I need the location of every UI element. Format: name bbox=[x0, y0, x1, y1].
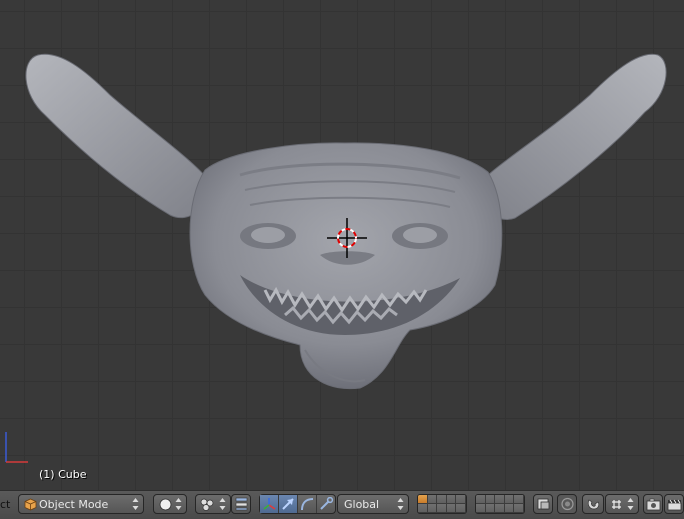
proportional-edit-button[interactable] bbox=[557, 494, 577, 514]
layer-button[interactable] bbox=[437, 495, 447, 504]
layer-button[interactable] bbox=[485, 504, 496, 513]
circle-target-icon bbox=[561, 497, 574, 511]
layer-buttons-group-1[interactable] bbox=[417, 494, 467, 514]
rotate-manipulator-button[interactable] bbox=[298, 495, 317, 513]
layer-button[interactable] bbox=[504, 495, 515, 504]
magnet-icon bbox=[587, 499, 600, 510]
scale-manipulator-button[interactable] bbox=[317, 495, 335, 513]
viewport-shading-dropdown[interactable] bbox=[153, 494, 187, 514]
object-menu-label[interactable]: ct bbox=[0, 498, 10, 511]
layer-button[interactable] bbox=[427, 504, 438, 513]
layer-button[interactable] bbox=[456, 504, 466, 513]
render-still-button[interactable] bbox=[643, 494, 663, 514]
3d-viewport[interactable]: (1) Cube bbox=[0, 0, 684, 490]
transform-manipulator-group bbox=[259, 494, 336, 514]
updown-arrows-icon bbox=[175, 498, 182, 510]
rotate-arc-icon bbox=[301, 498, 314, 511]
pivot-point-dropdown[interactable] bbox=[195, 494, 231, 514]
scale-handle-icon bbox=[320, 497, 334, 510]
manipulator-toggle-button[interactable] bbox=[260, 495, 279, 513]
layer-1-button[interactable] bbox=[418, 495, 428, 504]
lock-camera-layers-button[interactable] bbox=[533, 494, 553, 514]
layer-button[interactable] bbox=[476, 495, 486, 504]
layer-button[interactable] bbox=[514, 495, 524, 504]
layer-button[interactable] bbox=[485, 495, 496, 504]
updown-arrows-icon bbox=[627, 498, 634, 510]
layer-button[interactable] bbox=[427, 495, 438, 504]
updown-arrows-icon bbox=[132, 498, 139, 510]
updown-arrows-icon bbox=[397, 498, 404, 510]
sliders-icon bbox=[235, 497, 248, 511]
layer-button[interactable] bbox=[418, 504, 428, 513]
updown-arrows-icon bbox=[219, 498, 226, 510]
axis-gizmo-icon bbox=[5, 432, 28, 463]
arrow-icon bbox=[282, 498, 294, 510]
layer-button[interactable] bbox=[495, 495, 505, 504]
pivot-point-icon bbox=[200, 498, 214, 511]
3d-cursor-icon[interactable] bbox=[327, 218, 367, 258]
axis-widget-icon bbox=[263, 498, 276, 510]
layer-button[interactable] bbox=[504, 504, 515, 513]
layer-button[interactable] bbox=[476, 504, 486, 513]
proportional-editing-button[interactable] bbox=[231, 494, 251, 514]
snap-element-dropdown[interactable] bbox=[605, 494, 639, 514]
layer-button[interactable] bbox=[437, 504, 447, 513]
snap-toggle-button[interactable] bbox=[582, 494, 604, 514]
layer-button[interactable] bbox=[446, 504, 457, 513]
solid-sphere-icon bbox=[159, 498, 172, 511]
camera-icon bbox=[646, 498, 661, 511]
snap-grid-icon bbox=[612, 500, 621, 509]
translate-manipulator-button[interactable] bbox=[279, 495, 298, 513]
mode-dropdown-label: Object Mode bbox=[39, 498, 109, 511]
transform-orientation-dropdown[interactable]: Global bbox=[337, 494, 409, 514]
transform-orientation-label: Global bbox=[344, 498, 380, 511]
mode-dropdown[interactable]: Object Mode bbox=[18, 494, 144, 514]
layers-lock-icon bbox=[537, 498, 550, 510]
layer-button[interactable] bbox=[456, 495, 466, 504]
layer-button[interactable] bbox=[495, 504, 505, 513]
layer-button[interactable] bbox=[514, 504, 524, 513]
object-label: (1) Cube bbox=[39, 468, 87, 481]
clapperboard-icon bbox=[667, 499, 682, 511]
render-animation-button[interactable] bbox=[664, 494, 684, 514]
3d-view-header: ct Object Mode Global bbox=[0, 490, 684, 519]
cube-icon bbox=[24, 498, 37, 511]
layer-buttons-group-2[interactable] bbox=[475, 494, 525, 514]
layer-button[interactable] bbox=[446, 495, 457, 504]
